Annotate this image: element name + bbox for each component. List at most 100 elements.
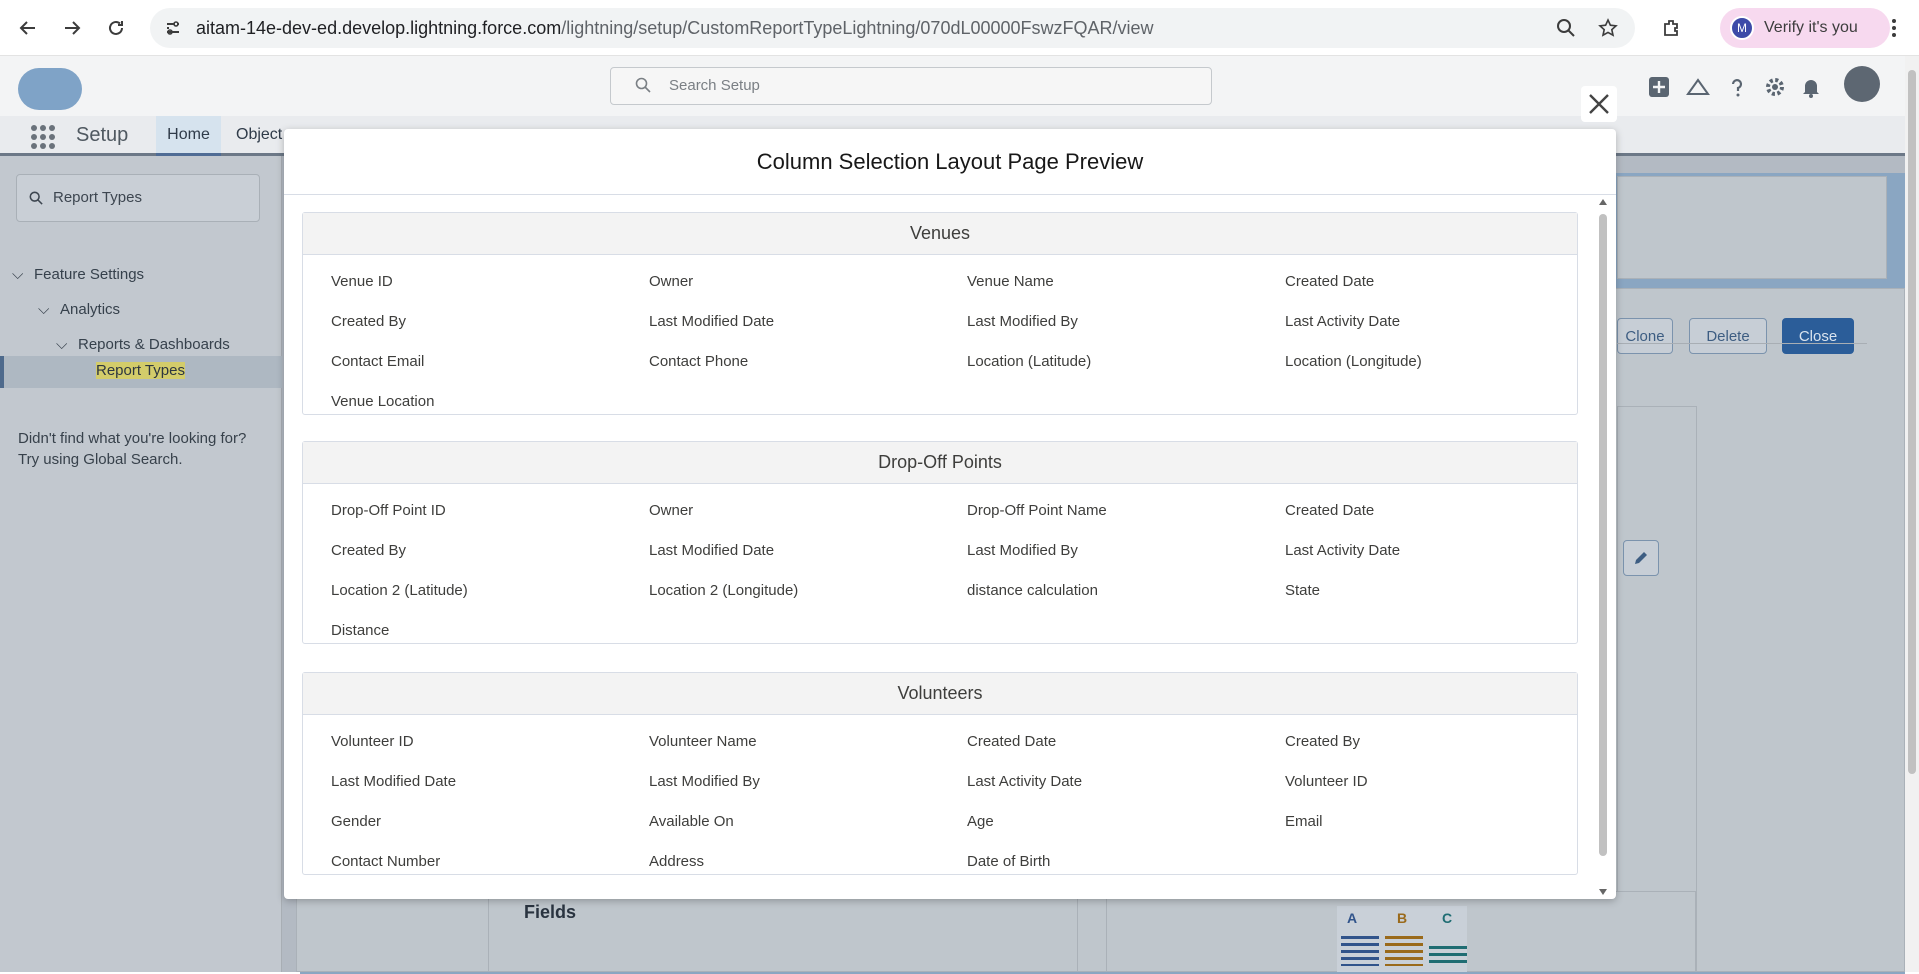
field-item: Last Activity Date xyxy=(1285,541,1401,559)
field-item: Created Date xyxy=(1285,501,1375,519)
field-item: Last Modified Date xyxy=(331,772,457,790)
tree-item-report-types[interactable]: Report Types xyxy=(0,356,282,388)
field-item: Created Date xyxy=(1285,272,1375,290)
column-a-label: A xyxy=(1347,910,1358,926)
browser-menu-icon[interactable] xyxy=(1878,12,1910,44)
delete-button[interactable]: Delete xyxy=(1689,318,1767,354)
section-title: Volunteers xyxy=(303,673,1577,715)
modal-scrollbar-thumb[interactable] xyxy=(1599,214,1607,856)
bell-icon[interactable] xyxy=(1800,76,1822,98)
quick-find-input[interactable]: Report Types xyxy=(16,174,260,222)
field-item: Address xyxy=(649,852,705,870)
field-item: Created Date xyxy=(967,732,1057,750)
field-item: Last Activity Date xyxy=(1285,312,1401,330)
field-item: Created By xyxy=(331,541,407,559)
app-launcher-icon[interactable] xyxy=(30,124,56,150)
field-item: Drop-Off Point Name xyxy=(967,501,1107,519)
field-item: Distance xyxy=(331,621,390,639)
close-icon xyxy=(1589,94,1609,114)
help-line: Didn't find what you're looking for? xyxy=(18,430,247,447)
help-text: Didn't find what you're looking for? Try… xyxy=(18,428,246,470)
report-type-illustration: A B C xyxy=(1337,906,1467,972)
zoom-icon[interactable] xyxy=(1556,18,1576,43)
modal-close-button[interactable] xyxy=(1581,86,1617,122)
field-item: Venue ID xyxy=(331,272,393,290)
modal-body: Venues Venue ID Owner Venue Name Created… xyxy=(284,196,1616,899)
address-bar[interactable]: aitam-14e-dev-ed.develop.lightning.force… xyxy=(150,8,1635,48)
field-item: Last Modified Date xyxy=(649,541,775,559)
search-setup-input[interactable]: Search Setup xyxy=(610,67,1212,105)
field-item: Location (Longitude) xyxy=(1285,352,1422,370)
field-item: Available On xyxy=(649,812,734,830)
profile-avatar: M xyxy=(1730,16,1754,40)
trailhead-icon[interactable] xyxy=(1686,76,1710,98)
fields-heading: Fields xyxy=(524,902,577,922)
tab-home[interactable]: Home xyxy=(156,116,221,156)
section-drop-off-points: Drop-Off Points Drop-Off Point ID Owner … xyxy=(302,441,1578,644)
browser-toolbar: aitam-14e-dev-ed.develop.lightning.force… xyxy=(0,0,1919,56)
search-icon xyxy=(635,77,651,97)
verify-profile-button[interactable]: M Verify it's you xyxy=(1720,8,1890,48)
column-c-lines xyxy=(1429,946,1467,966)
field-grid: Volunteer ID Volunteer Name Created Date… xyxy=(303,715,1577,889)
page-scrollbar-thumb[interactable] xyxy=(1908,70,1916,774)
pencil-icon[interactable] xyxy=(1623,540,1659,576)
header-card xyxy=(1617,176,1887,279)
section-title: Drop-Off Points xyxy=(303,442,1577,484)
chevron-down-icon[interactable]: ⌵ xyxy=(38,301,49,318)
field-item: Last Activity Date xyxy=(967,772,1083,790)
field-item: Gender xyxy=(331,812,382,830)
chevron-down-icon[interactable]: ⌵ xyxy=(12,266,23,283)
section-volunteers: Volunteers Volunteer ID Volunteer Name C… xyxy=(302,672,1578,875)
field-item: Age xyxy=(967,812,994,830)
forward-icon[interactable] xyxy=(56,12,88,44)
field-item: Location 2 (Latitude) xyxy=(331,581,468,599)
tree-item-feature-settings[interactable]: Feature Settings xyxy=(34,266,144,283)
scroll-up-icon xyxy=(1599,199,1607,205)
tree-item-analytics[interactable]: Analytics xyxy=(60,301,120,318)
field-item: Venue Name xyxy=(967,272,1054,290)
gear-icon[interactable] xyxy=(1764,76,1786,98)
field-item: Last Modified By xyxy=(649,772,760,790)
url-text: aitam-14e-dev-ed.develop.lightning.force… xyxy=(196,18,1154,39)
field-item: Date of Birth xyxy=(967,852,1051,870)
setup-sidebar: Report Types ⌵ Feature Settings ⌵ Analyt… xyxy=(0,156,282,972)
column-b-lines xyxy=(1385,936,1423,966)
add-icon[interactable] xyxy=(1648,76,1670,98)
search-placeholder: Search Setup xyxy=(669,77,760,94)
clone-button[interactable]: Clone xyxy=(1617,318,1673,354)
verify-label: Verify it's you xyxy=(1764,19,1858,36)
url-host: aitam-14e-dev-ed.develop.lightning.force… xyxy=(196,18,562,38)
column-b-label: B xyxy=(1397,910,1408,926)
tab-object-manager[interactable]: Object xyxy=(236,126,282,144)
global-header: Search Setup xyxy=(0,56,1905,116)
field-grid: Venue ID Owner Venue Name Created Date C… xyxy=(303,255,1577,429)
chevron-down-icon[interactable]: ⌵ xyxy=(56,336,67,353)
reload-icon[interactable] xyxy=(100,12,132,44)
help-icon[interactable] xyxy=(1726,76,1748,98)
field-item: Volunteer Name xyxy=(649,732,757,750)
tree-item-reports-dashboards[interactable]: Reports & Dashboards xyxy=(78,336,230,353)
close-button[interactable]: Close xyxy=(1782,318,1854,354)
section-title: Venues xyxy=(303,213,1577,255)
field-item: Last Modified Date xyxy=(649,312,775,330)
fields-card: Fields xyxy=(488,891,1078,972)
app-name: Setup xyxy=(76,124,129,146)
field-item: Location 2 (Longitude) xyxy=(649,581,799,599)
divider xyxy=(1617,343,1867,344)
page-scrollbar[interactable] xyxy=(1905,56,1919,972)
column-c-label: C xyxy=(1442,910,1453,926)
modal-scrollbar[interactable] xyxy=(1596,196,1610,899)
field-item: Created By xyxy=(1285,732,1361,750)
field-item: Contact Phone xyxy=(649,352,749,370)
tree-item-report-types-label: Report Types xyxy=(96,362,185,379)
column-a-lines xyxy=(1341,936,1379,966)
field-item: Email xyxy=(1285,812,1323,830)
user-avatar[interactable] xyxy=(1844,66,1880,102)
extensions-icon[interactable] xyxy=(1656,12,1688,44)
back-icon[interactable] xyxy=(12,12,44,44)
bookmark-star-icon[interactable] xyxy=(1598,18,1618,43)
field-item: Location (Latitude) xyxy=(967,352,1092,370)
site-info-icon[interactable] xyxy=(164,19,182,42)
salesforce-logo[interactable] xyxy=(18,68,82,110)
